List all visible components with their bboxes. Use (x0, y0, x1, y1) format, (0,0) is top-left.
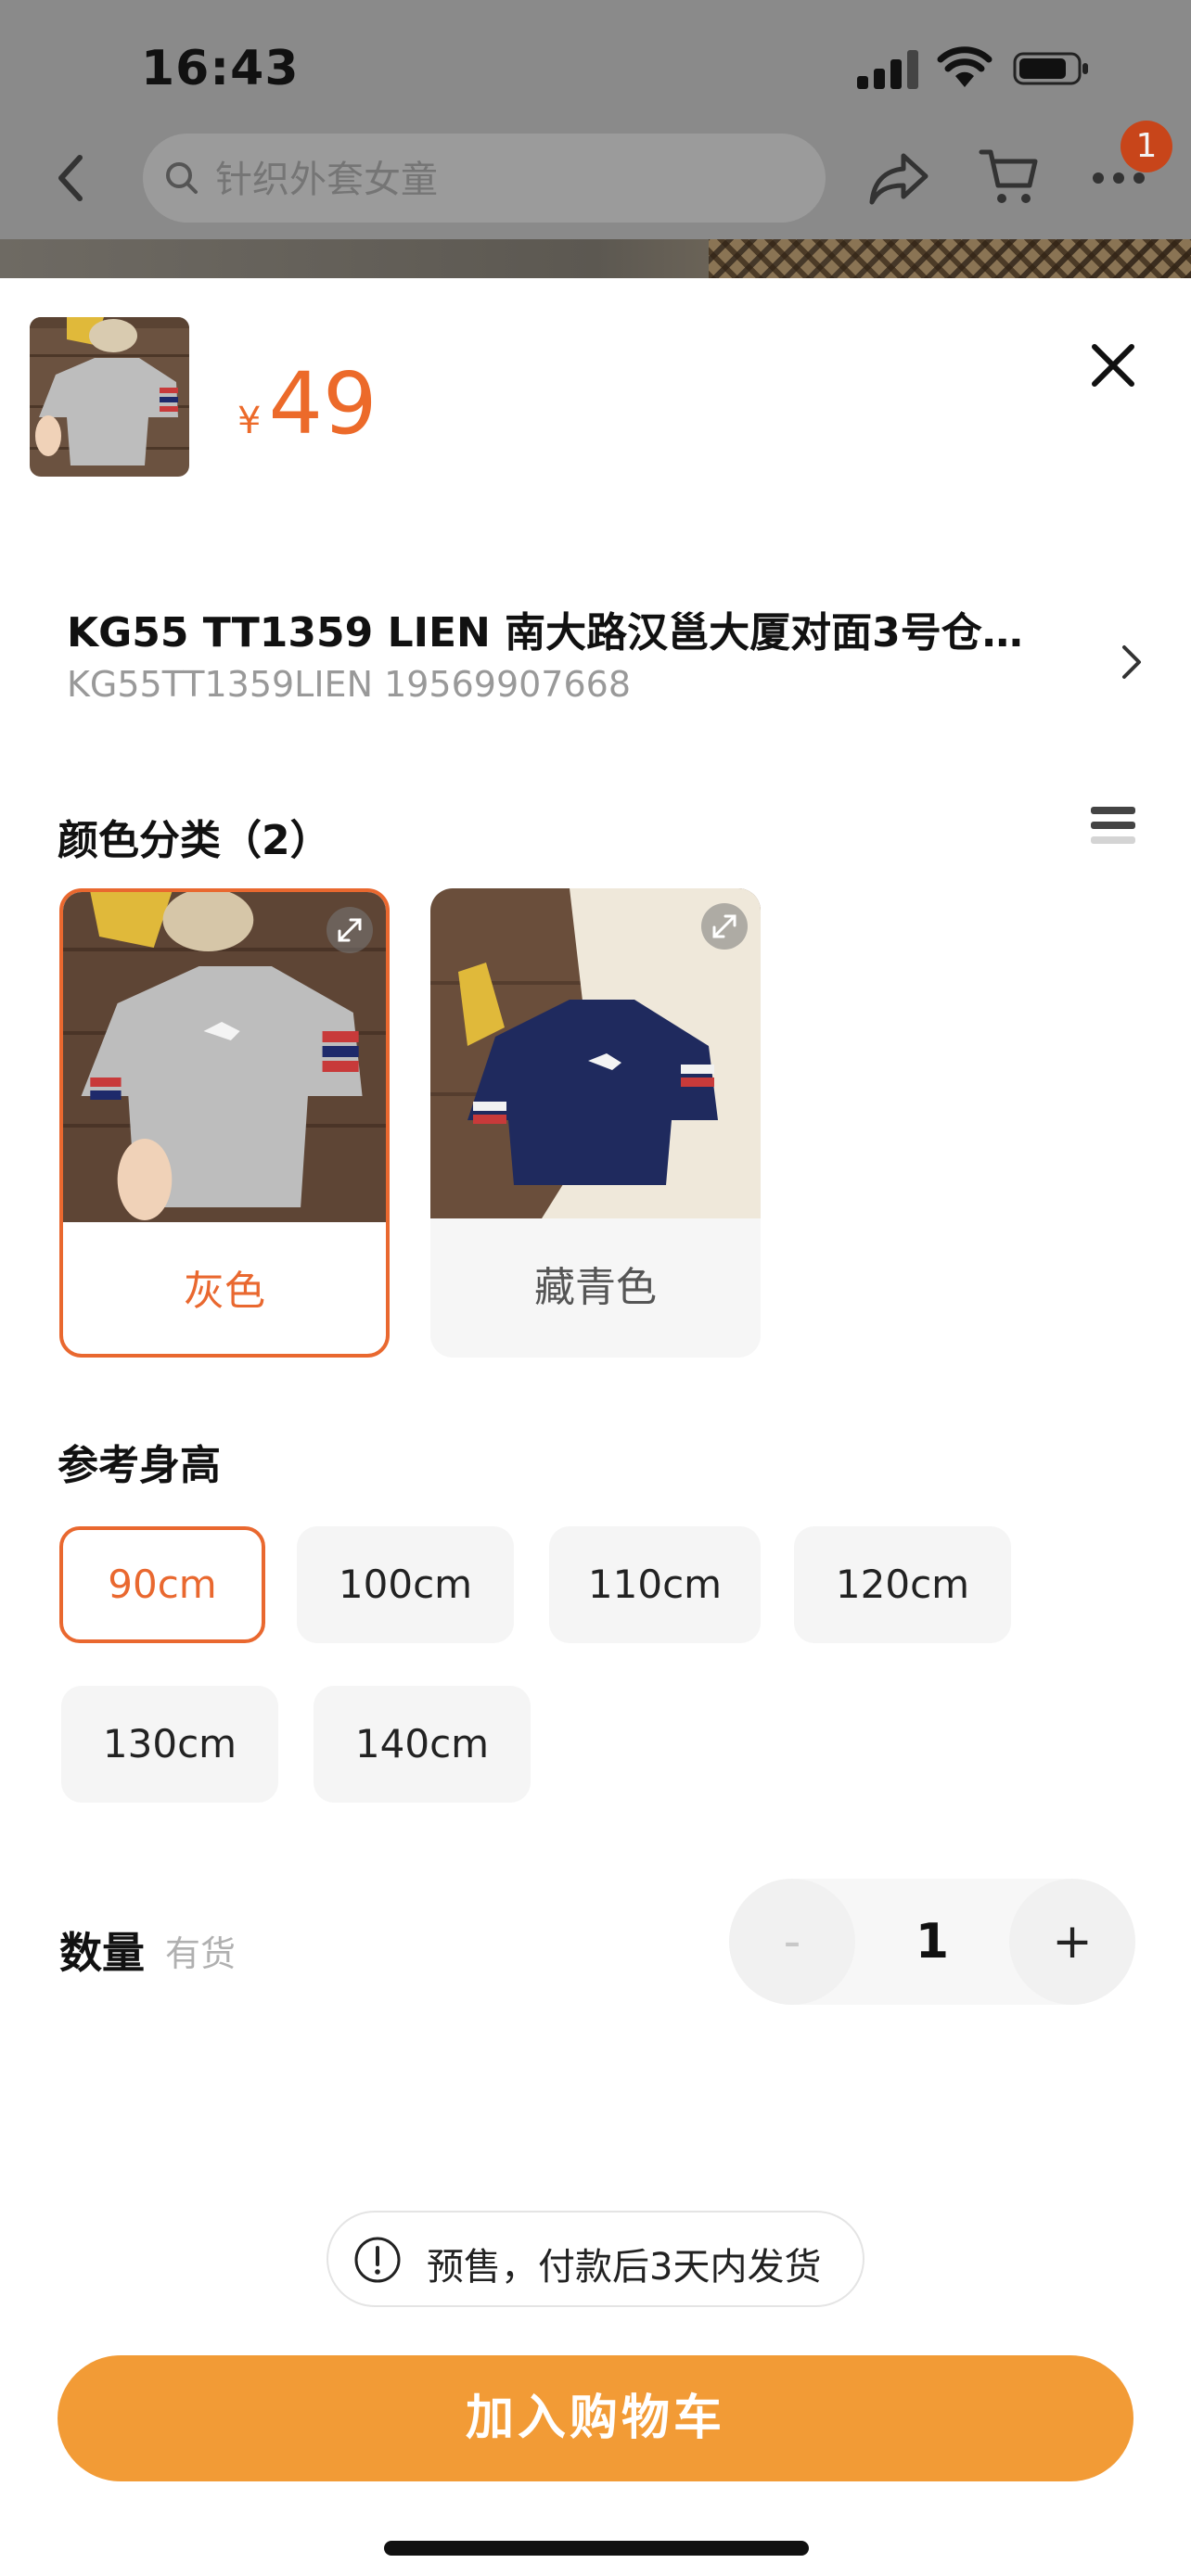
search-bar[interactable] (143, 134, 826, 223)
size-option-130cm[interactable]: 130cm (61, 1686, 278, 1803)
price-amount: 49 (268, 354, 378, 453)
color-option-navy[interactable]: 藏青色 (430, 888, 761, 1358)
color-option-gray[interactable]: 灰色 (59, 888, 390, 1358)
cart-icon[interactable] (978, 145, 1041, 208)
status-time: 16:43 (141, 41, 300, 96)
increment-button[interactable]: + (1009, 1879, 1135, 2005)
stock-status: 有货 (165, 1933, 237, 1974)
shop-contact: KG55TT1359LIEN 19569907668 (67, 664, 632, 705)
shop-info-row[interactable]: KG55 TT1359 LIEN 南大路汉邕大厦对面3号仓… KG55TT135… (0, 584, 1191, 714)
add-to-cart-button[interactable]: 加入购物车 (58, 2355, 1133, 2481)
sku-selector-sheet: ¥49 KG55 TT1359 LIEN 南大路汉邕大厦对面3号仓… KG55T… (0, 278, 1191, 2576)
size-option-140cm[interactable]: 140cm (314, 1686, 531, 1803)
color-option-label: 灰色 (184, 1268, 265, 1315)
size-option-110cm[interactable]: 110cm (549, 1526, 761, 1643)
expand-icon[interactable] (701, 903, 748, 950)
search-input[interactable] (213, 158, 774, 202)
battery-icon (1013, 52, 1088, 85)
size-option-120cm[interactable]: 120cm (794, 1526, 1011, 1643)
color-section-title: 颜色分类（2） (58, 817, 331, 864)
product-image-strip-texture (709, 239, 1191, 278)
exclamation-circle-icon (354, 2237, 401, 2283)
currency-symbol: ¥ (237, 400, 262, 442)
list-view-icon[interactable] (1089, 803, 1137, 851)
chevron-right-icon (1122, 645, 1141, 679)
home-indicator (384, 2541, 809, 2556)
quantity-value[interactable]: 1 (855, 1879, 1009, 2005)
notification-badge: 1 (1121, 121, 1172, 172)
shop-name: KG55 TT1359 LIEN 南大路汉邕大厦对面3号仓… (67, 609, 1023, 657)
close-icon[interactable] (1087, 339, 1139, 391)
expand-icon[interactable] (327, 907, 373, 953)
size-option-100cm[interactable]: 100cm (297, 1526, 514, 1643)
share-icon[interactable] (866, 148, 931, 208)
product-price: ¥49 (237, 354, 378, 453)
decrement-button[interactable]: - (729, 1879, 855, 2005)
background-overlay: 16:43 1 (0, 0, 1191, 278)
color-option-label: 藏青色 (534, 1264, 657, 1311)
quantity-stepper: - 1 + (729, 1879, 1135, 2005)
presale-notice: 预售，付款后3天内发货 (327, 2211, 864, 2307)
wifi-icon (937, 46, 992, 87)
back-arrow-icon[interactable] (52, 152, 89, 204)
size-option-90cm[interactable]: 90cm (59, 1526, 265, 1643)
quantity-label: 数量 (59, 1928, 145, 1978)
presale-notice-text: 预售，付款后3天内发货 (427, 2246, 822, 2289)
size-section-title: 参考身高 (58, 1442, 221, 1489)
cellular-signal-icon (857, 48, 922, 89)
product-thumbnail[interactable] (30, 317, 189, 477)
search-icon (166, 162, 198, 194)
